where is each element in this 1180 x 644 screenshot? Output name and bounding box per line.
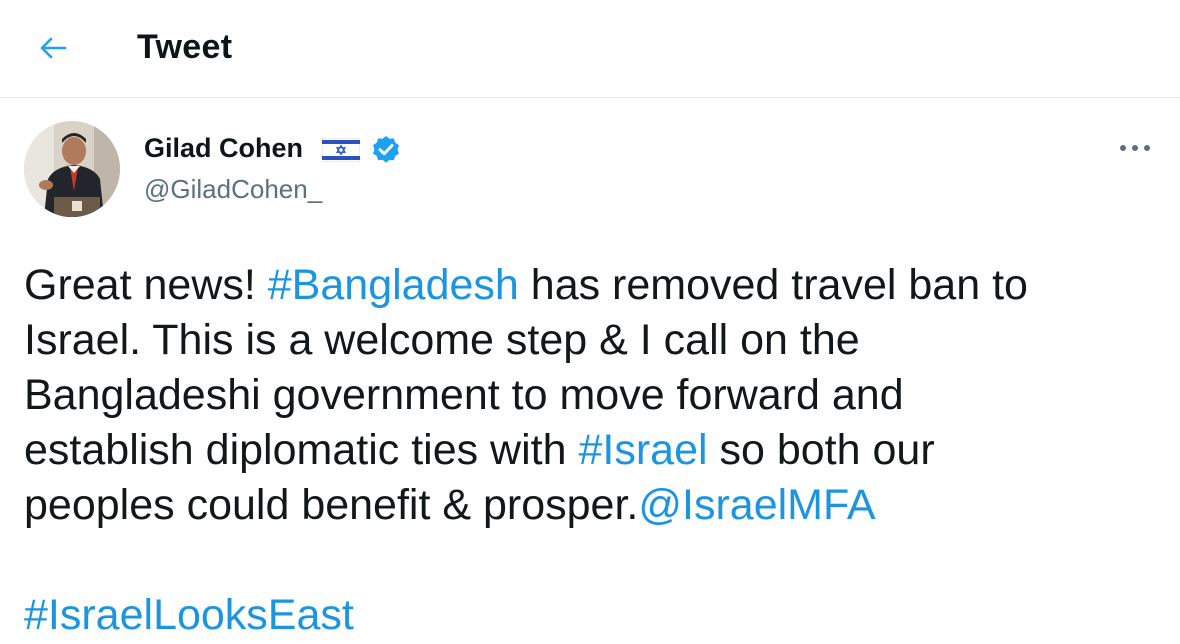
avatar[interactable] [24,121,120,217]
verified-badge-icon [373,136,399,163]
hashtag-link-bangladesh[interactable]: #Bangladesh [268,261,519,309]
mention-link-israelmfa[interactable]: @IsraelMFA [638,481,875,529]
tweet-text: Great news! #Bangladesh has removed trav… [24,258,1164,643]
avatar-image [24,121,120,217]
tweet-text-segment: Great news! [24,261,268,309]
hashtag-link-israel[interactable]: #Israel [578,426,707,474]
hashtag-link-israellookseast[interactable]: #IsraelLooksEast [24,591,354,639]
back-button[interactable] [30,26,74,70]
israel-flag-icon [322,138,360,162]
author-handle[interactable]: @GiladCohen_ [144,174,322,205]
more-icon [1120,145,1150,151]
more-options-button[interactable] [1115,133,1155,163]
page-title: Tweet [137,28,233,66]
header: Tweet [0,0,1180,98]
author-name[interactable]: Gilad Cohen [144,133,303,164]
back-arrow-icon [40,37,67,59]
